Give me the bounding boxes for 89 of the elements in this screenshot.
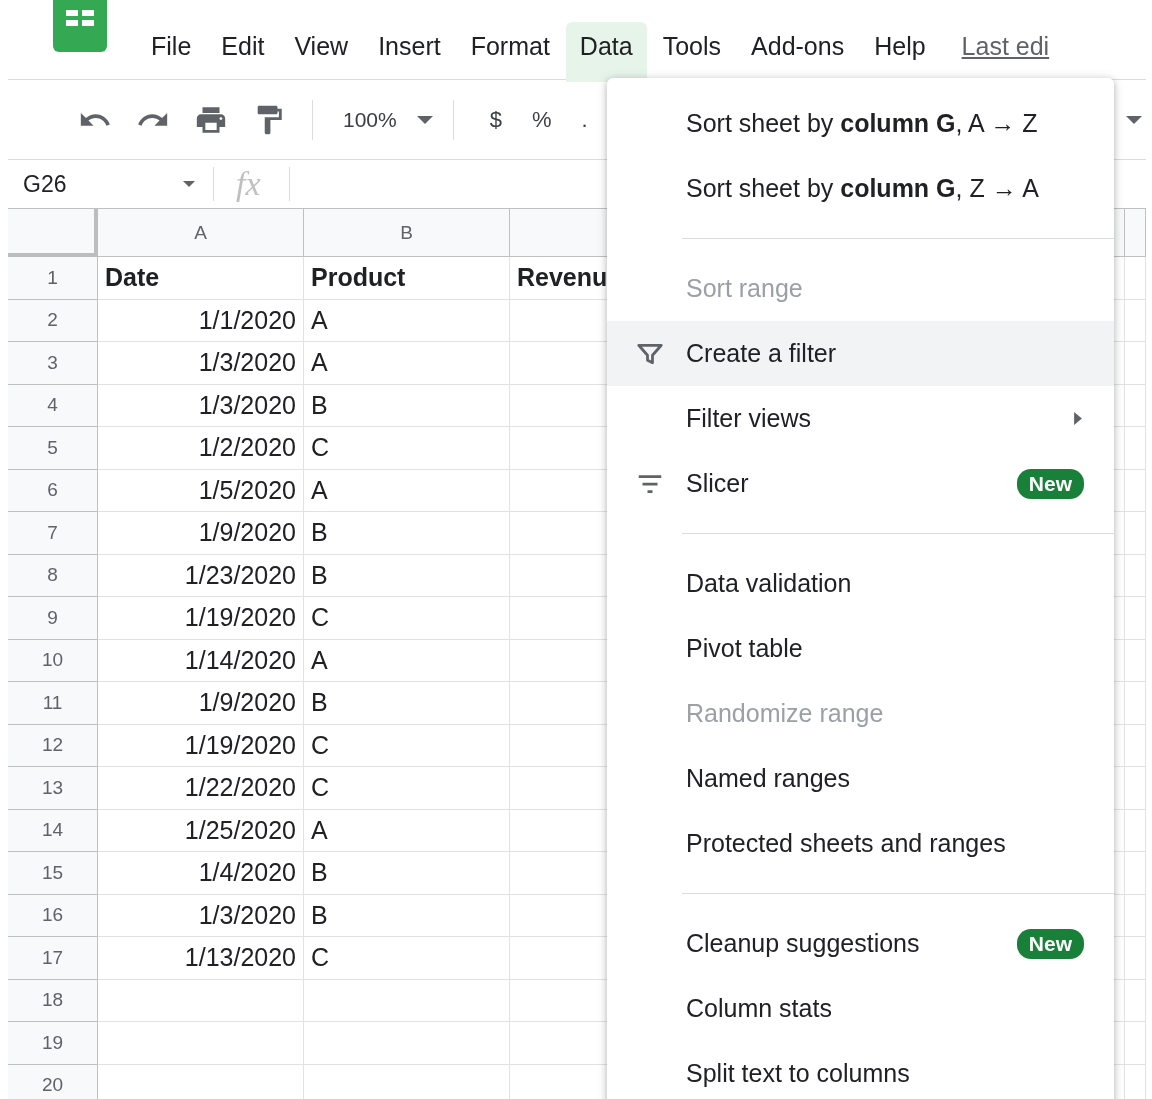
table-cell: B xyxy=(304,384,510,427)
table-cell: 1/23/2020 xyxy=(98,554,304,597)
table-cell: A xyxy=(304,639,510,682)
row-header[interactable]: 20 xyxy=(8,1064,98,1099)
table-cell: A xyxy=(304,342,510,385)
menu-tab[interactable]: Edit xyxy=(207,22,279,82)
table-cell: B xyxy=(304,852,510,895)
column-header[interactable]: A xyxy=(98,209,304,257)
table-cell: B xyxy=(304,554,510,597)
table-cell: Product xyxy=(304,257,510,300)
new-badge: New xyxy=(1016,928,1084,959)
table-cell: 1/19/2020 xyxy=(98,597,304,640)
row-header[interactable]: 15 xyxy=(8,852,98,895)
table-cell: 1/25/2020 xyxy=(98,809,304,852)
row-header[interactable]: 7 xyxy=(8,512,98,555)
format-button[interactable]: . xyxy=(575,106,594,133)
table-cell: C xyxy=(304,767,510,810)
menu-item[interactable]: Pivot table xyxy=(607,616,1114,681)
menu-item[interactable]: Data validation xyxy=(607,551,1114,616)
function-label: fx xyxy=(236,165,261,203)
table-cell: 1/5/2020 xyxy=(98,469,304,512)
row-header[interactable]: 16 xyxy=(8,894,98,937)
row-header[interactable]: 10 xyxy=(8,639,98,682)
row-header[interactable]: 3 xyxy=(8,342,98,385)
menu-item[interactable]: Sort sheet by column G, A → Z xyxy=(607,91,1114,156)
row-header[interactable]: 2 xyxy=(8,299,98,342)
table-cell: C xyxy=(304,427,510,470)
row-header[interactable]: 6 xyxy=(8,469,98,512)
row-header[interactable]: 12 xyxy=(8,724,98,767)
row-header[interactable]: 11 xyxy=(8,682,98,725)
table-cell: A xyxy=(304,299,510,342)
caret-icon[interactable] xyxy=(183,181,195,187)
column-header[interactable]: B xyxy=(304,209,510,257)
table-cell: 1/4/2020 xyxy=(98,852,304,895)
name-box[interactable]: G26 xyxy=(23,170,183,198)
menu-item[interactable]: Column stats xyxy=(607,976,1114,1041)
table-cell: A xyxy=(304,809,510,852)
zoom-value[interactable]: 100% xyxy=(343,107,397,132)
table-cell: 1/2/2020 xyxy=(98,427,304,470)
menu-item[interactable]: Create a filter xyxy=(607,321,1114,386)
menu-item[interactable]: Protected sheets and ranges xyxy=(607,811,1114,876)
row-header[interactable]: 8 xyxy=(8,554,98,597)
table-cell: 1/13/2020 xyxy=(98,937,304,980)
last-edit-link[interactable]: Last edi xyxy=(961,22,1050,61)
table-cell: 1/3/2020 xyxy=(98,894,304,937)
caret-icon[interactable] xyxy=(416,115,433,124)
row-header[interactable]: 18 xyxy=(8,979,98,1022)
row-header[interactable]: 14 xyxy=(8,809,98,852)
row-header[interactable]: 19 xyxy=(8,1022,98,1065)
format-button[interactable]: % xyxy=(525,106,558,133)
table-cell: C xyxy=(304,597,510,640)
menu-item[interactable]: Named ranges xyxy=(607,746,1114,811)
table-cell: 1/19/2020 xyxy=(98,724,304,767)
menu-tab[interactable]: Help xyxy=(860,22,940,82)
menu-item[interactable]: Split text to columns xyxy=(607,1041,1114,1099)
table-cell: 1/3/2020 xyxy=(98,384,304,427)
menu-tab[interactable]: Add-ons xyxy=(737,22,859,82)
row-header[interactable]: 13 xyxy=(8,767,98,810)
table-cell: C xyxy=(304,724,510,767)
table-cell: 1/1/2020 xyxy=(98,299,304,342)
table-cell: B xyxy=(304,512,510,555)
table-cell: C xyxy=(304,937,510,980)
row-header[interactable]: 9 xyxy=(8,597,98,640)
table-cell: B xyxy=(304,894,510,937)
table-cell: 1/3/2020 xyxy=(98,342,304,385)
table-cell: B xyxy=(304,682,510,725)
table-cell: Date xyxy=(98,257,304,300)
menu-tab[interactable]: Data xyxy=(565,22,647,82)
new-badge: New xyxy=(1016,468,1084,499)
menu-item[interactable]: Sort sheet by column G, Z → A xyxy=(607,156,1114,221)
row-header[interactable]: 4 xyxy=(8,384,98,427)
menu-item[interactable]: Slicer New xyxy=(607,451,1114,516)
menu-tab[interactable]: Tools xyxy=(648,22,736,82)
menu-tab[interactable]: View xyxy=(280,22,363,82)
row-header[interactable]: 1 xyxy=(8,257,98,300)
table-cell: 1/22/2020 xyxy=(98,767,304,810)
menu-item[interactable]: Filter views xyxy=(607,386,1114,451)
table-cell: A xyxy=(304,469,510,512)
menu-tab[interactable]: Insert xyxy=(364,22,455,82)
format-button[interactable]: $ xyxy=(483,106,508,133)
menu-tab[interactable]: File xyxy=(137,22,206,82)
table-cell: 1/14/2020 xyxy=(98,639,304,682)
caret-icon[interactable] xyxy=(1126,115,1142,124)
row-header[interactable]: 5 xyxy=(8,427,98,470)
row-header[interactable]: 17 xyxy=(8,937,98,980)
menu-tab[interactable]: Format xyxy=(456,22,564,82)
table-cell: 1/9/2020 xyxy=(98,512,304,555)
menu-item[interactable]: Cleanup suggestions New xyxy=(607,911,1114,976)
table-cell: 1/9/2020 xyxy=(98,682,304,725)
